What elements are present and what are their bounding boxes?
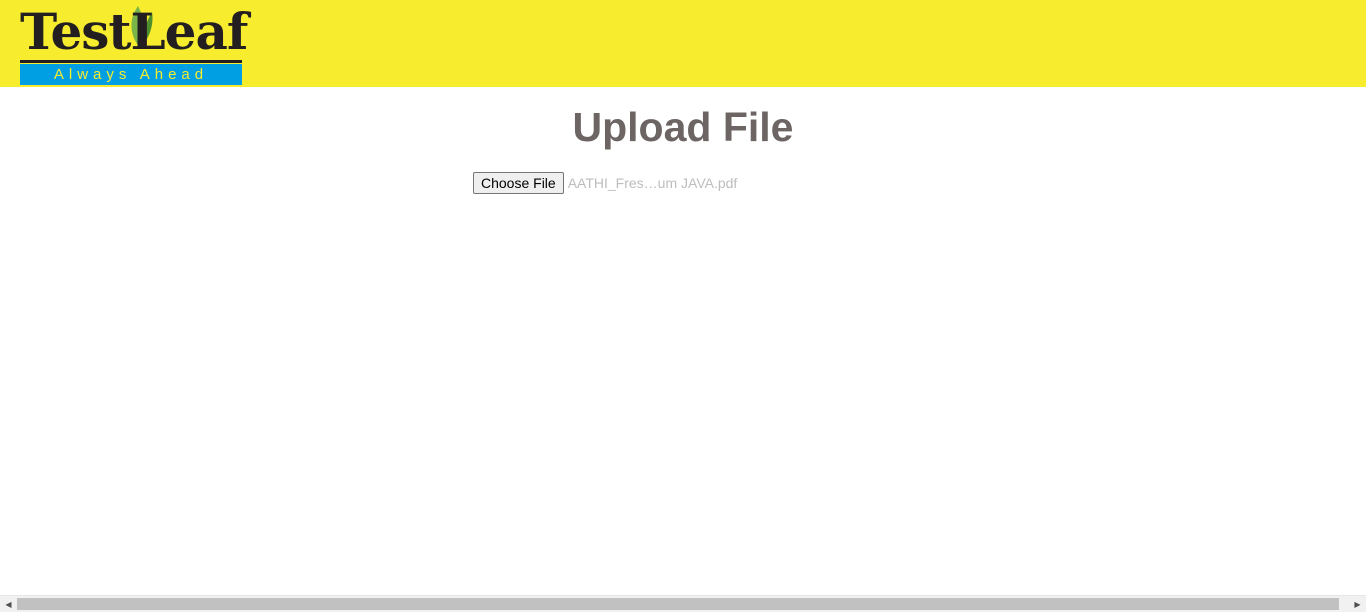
page-title: Upload File [572,104,794,150]
site-header: TestLeaf Always Ahead [0,0,1366,87]
logo-tagline: Always Ahead [20,64,242,85]
selected-file-name: AATHI_Fres…um JAVA.pdf [567,175,738,191]
horizontal-scrollbar[interactable]: ◀ ▶ [0,595,1366,612]
logo-underline [20,60,242,63]
arrow-right-icon[interactable]: ▶ [1349,596,1366,612]
logo-wordmark: TestLeaf [20,2,248,63]
logo-brand-text: TestLeaf [20,2,248,61]
scrollbar-thumb[interactable] [17,598,1339,610]
testleaf-logo[interactable]: TestLeaf Always Ahead [20,2,248,85]
arrow-left-icon[interactable]: ◀ [0,596,17,612]
choose-file-button[interactable]: Choose File [473,172,564,194]
file-upload-input[interactable]: Choose File AATHI_Fres…um JAVA.pdf [473,172,737,194]
